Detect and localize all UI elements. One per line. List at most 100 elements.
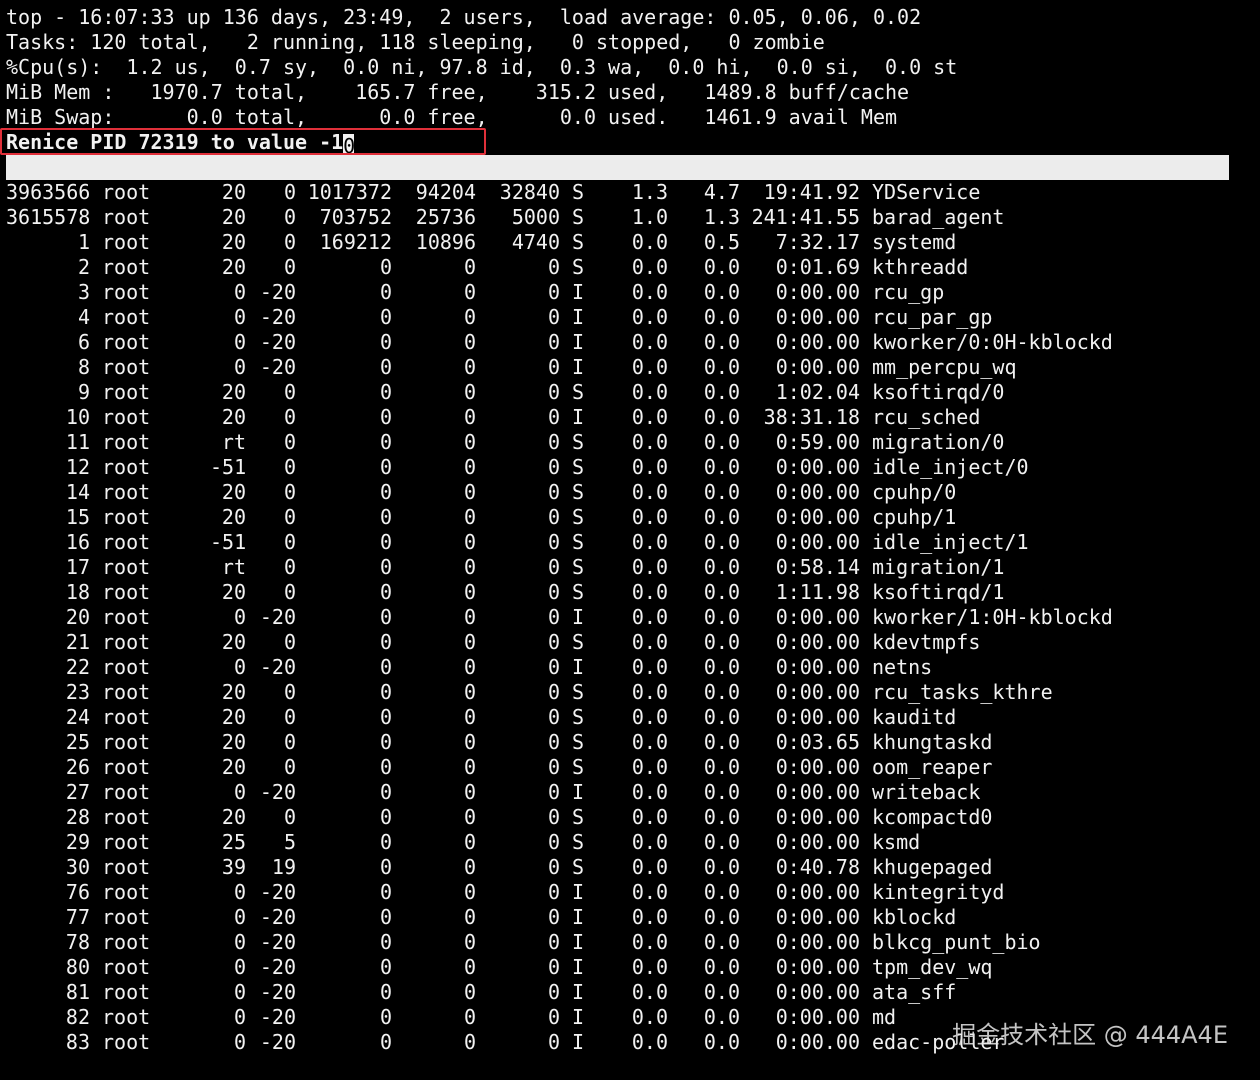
process-pid: 20 [65,605,90,629]
process-cpu: 0.0 [631,980,668,1004]
process-row[interactable]: 77 root 0 -20 0 0 0 I 0.0 0.0 0:00.00 kblockd [6,905,1260,930]
process-row[interactable]: 28 root 20 0 0 0 0 S 0.0 0.0 0:00.00 kcompactd0 [6,805,1260,830]
process-command: kworker/0:0H-kblockd [872,330,1113,354]
process-row[interactable]: 76 root 0 -20 0 0 0 I 0.0 0.0 0:00.00 kintegrityd [6,880,1260,905]
process-time: 0:00.00 [775,355,860,379]
process-pid: 23 [65,680,90,704]
process-priority: 20 [221,680,246,704]
process-mem: 0.0 [703,255,740,279]
process-row[interactable]: 22 root 0 -20 0 0 0 I 0.0 0.0 0:00.00 netns [6,655,1260,680]
process-cpu: 1.0 [631,205,668,229]
process-user: root [102,555,151,579]
process-pid: 82 [65,1005,90,1029]
process-row[interactable]: 4 root 0 -20 0 0 0 I 0.0 0.0 0:00.00 rcu_par_gp [6,305,1260,330]
process-user: root [102,980,151,1004]
process-cpu: 0.0 [631,305,668,329]
process-shr: 0 [547,830,560,854]
process-mem: 0.0 [703,855,740,879]
process-priority: 20 [221,480,246,504]
process-row[interactable]: 11 root rt 0 0 0 0 S 0.0 0.0 0:59.00 migration/0 [6,430,1260,455]
process-row[interactable]: 23 root 20 0 0 0 0 S 0.0 0.0 0:00.00 rcu_tasks_kthr… [6,680,1260,705]
process-row[interactable]: 26 root 20 0 0 0 0 S 0.0 0.0 0:00.00 oom_reaper [6,755,1260,780]
process-row[interactable]: 21 root 20 0 0 0 0 S 0.0 0.0 0:00.00 kdevtmpfs [6,630,1260,655]
process-user: root [102,405,151,429]
process-cpu: 0.0 [631,855,668,879]
process-row[interactable]: 17 root rt 0 0 0 0 S 0.0 0.0 0:58.14 migration/1 [6,555,1260,580]
process-res: 0 [463,805,476,829]
process-row[interactable]: 3963566 root 20 0 1017372 94204 32840 S 1.3 4.7 19… [6,180,1260,205]
process-row[interactable]: 2 root 20 0 0 0 0 S 0.0 0.0 0:01.69 kthreadd [6,255,1260,280]
process-nice: 0 [283,205,296,229]
process-shr: 0 [547,455,560,479]
process-mem: 0.0 [703,880,740,904]
process-nice: -20 [259,355,296,379]
process-time: 0:58.14 [775,555,860,579]
process-row[interactable]: 30 root 39 19 0 0 0 S 0.0 0.0 0:40.78 khugepaged [6,855,1260,880]
process-row[interactable]: 18 root 20 0 0 0 0 S 0.0 0.0 1:11.98 ksoftirqd/1 [6,580,1260,605]
process-row[interactable]: 15 root 20 0 0 0 0 S 0.0 0.0 0:00.00 cpuhp/1 [6,505,1260,530]
process-virt: 0 [379,855,392,879]
process-res: 0 [463,280,476,304]
process-mem: 0.0 [703,330,740,354]
process-nice: -20 [259,1005,296,1029]
process-res: 0 [463,1030,476,1054]
terminal[interactable]: top - 16:07:33 up 136 days, 23:49, 2 use… [6,5,1260,1055]
process-time: 38:31.18 [763,405,860,429]
process-row[interactable]: 78 root 0 -20 0 0 0 I 0.0 0.0 0:00.00 blkcg_punt_bi… [6,930,1260,955]
process-row[interactable]: 8 root 0 -20 0 0 0 I 0.0 0.0 0:00.00 mm_percpu_wq [6,355,1260,380]
process-row[interactable]: 1 root 20 0 169212 10896 4740 S 0.0 0.5 7:32.17 sys… [6,230,1260,255]
process-row[interactable]: 6 root 0 -20 0 0 0 I 0.0 0.0 0:00.00 kworker/0:0H-k… [6,330,1260,355]
process-priority: 20 [221,505,246,529]
process-command: khugepaged [872,855,993,879]
process-row[interactable]: 81 root 0 -20 0 0 0 I 0.0 0.0 0:00.00 ata_sff [6,980,1260,1005]
process-row[interactable]: 29 root 25 5 0 0 0 S 0.0 0.0 0:00.00 ksmd [6,830,1260,855]
process-nice: -20 [259,605,296,629]
process-time: 0:00.00 [775,630,860,654]
process-row[interactable]: 24 root 20 0 0 0 0 S 0.0 0.0 0:00.00 kauditd [6,705,1260,730]
process-cpu: 0.0 [631,280,668,304]
process-row[interactable]: 3 root 0 -20 0 0 0 I 0.0 0.0 0:00.00 rcu_gp [6,280,1260,305]
process-cpu: 0.0 [631,930,668,954]
process-shr: 0 [547,580,560,604]
process-command: rcu_par_gp [872,305,993,329]
process-time: 0:00.00 [775,930,860,954]
process-cpu: 0.0 [631,680,668,704]
process-row[interactable]: 3615578 root 20 0 703752 25736 5000 S 1.0 1.3 241:… [6,205,1260,230]
process-res: 0 [463,430,476,454]
process-pid: 83 [65,1030,90,1054]
process-mem: 0.0 [703,680,740,704]
process-mem: 0.0 [703,480,740,504]
process-res: 0 [463,455,476,479]
process-cpu: 1.3 [631,180,668,204]
process-mem: 0.0 [703,755,740,779]
process-user: root [102,1005,151,1029]
process-pid: 22 [65,655,90,679]
process-row[interactable]: 12 root -51 0 0 0 0 S 0.0 0.0 0:00.00 idle_inject/0 [6,455,1260,480]
process-user: root [102,1030,151,1054]
process-row[interactable]: 20 root 0 -20 0 0 0 I 0.0 0.0 0:00.00 kworker/1:0H-… [6,605,1260,630]
process-row[interactable]: 14 root 20 0 0 0 0 S 0.0 0.0 0:00.00 cpuhp/0 [6,480,1260,505]
process-priority: 0 [233,780,246,804]
process-res: 0 [463,255,476,279]
process-mem: 0.0 [703,1030,740,1054]
process-cpu: 0.0 [631,655,668,679]
process-row[interactable]: 80 root 0 -20 0 0 0 I 0.0 0.0 0:00.00 tpm_dev_wq [6,955,1260,980]
process-row[interactable]: 10 root 20 0 0 0 0 I 0.0 0.0 38:31.18 rcu_sched [6,405,1260,430]
process-priority: 0 [233,280,246,304]
process-shr: 0 [547,780,560,804]
process-row[interactable]: 9 root 20 0 0 0 0 S 0.0 0.0 1:02.04 ksoftirqd/0 [6,380,1260,405]
process-state: S [571,555,584,579]
process-row[interactable]: 16 root -51 0 0 0 0 S 0.0 0.0 0:00.00 idle_inject/1 [6,530,1260,555]
process-row[interactable]: 25 root 20 0 0 0 0 S 0.0 0.0 0:03.65 khungtaskd [6,730,1260,755]
process-state: S [571,455,584,479]
process-cpu: 0.0 [631,355,668,379]
process-time: 0:00.00 [775,1030,860,1054]
process-cpu: 0.0 [631,380,668,404]
process-virt: 0 [379,605,392,629]
process-virt: 0 [379,280,392,304]
process-nice: 0 [283,630,296,654]
process-row[interactable]: 27 root 0 -20 0 0 0 I 0.0 0.0 0:00.00 writeback [6,780,1260,805]
process-virt: 0 [379,355,392,379]
process-time: 1:11.98 [775,580,860,604]
process-user: root [102,930,151,954]
